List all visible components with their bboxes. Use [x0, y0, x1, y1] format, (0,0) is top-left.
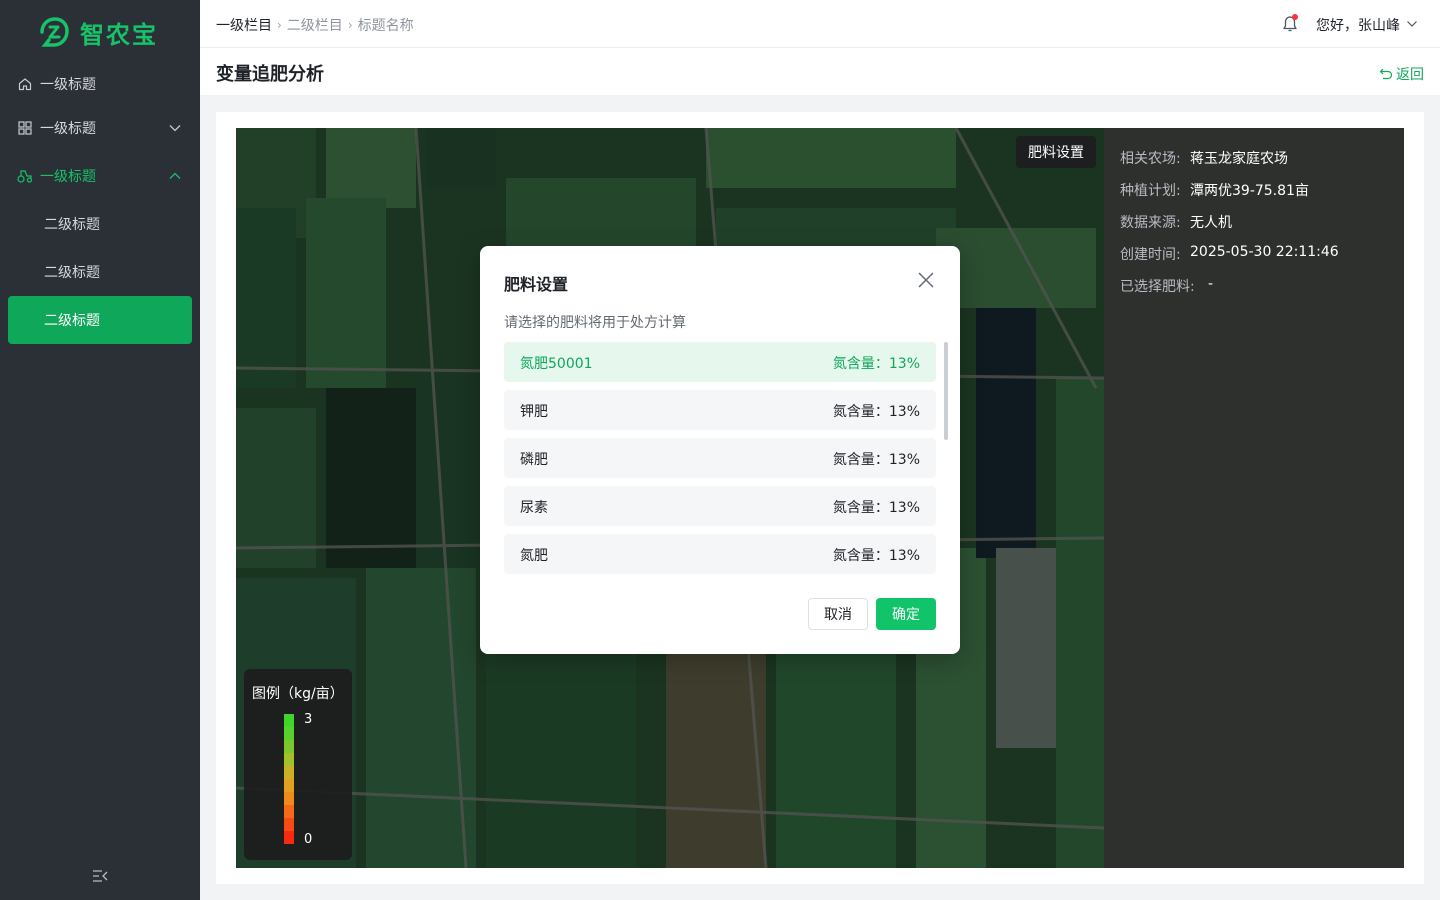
- modal-title: 肥料设置: [504, 275, 569, 294]
- fertilizer-content: 氮含量：13%: [832, 356, 920, 372]
- info-key: 已选择肥料:: [1120, 279, 1195, 295]
- fertilizer-option[interactable]: 磷肥 氮含量：13%: [504, 438, 936, 478]
- sidebar: 智农宝 一级标题 一级标题 一级标题 二级标题 二级标题 二级标题: [0, 0, 200, 900]
- chevron-up-icon: [169, 172, 181, 179]
- fertilizer-option[interactable]: 钾肥 氮含量：13%: [504, 390, 936, 430]
- modal-description: 请选择的肥料将用于处方计算: [504, 315, 686, 331]
- legend-color-scale: [284, 714, 294, 844]
- logo-icon: [40, 17, 69, 47]
- info-value: -: [1208, 276, 1214, 292]
- sidebar-subitem-label: 二级标题: [44, 217, 100, 233]
- chevron-down-icon: [169, 125, 181, 132]
- notification-dot: [1292, 14, 1298, 20]
- sidebar-item-label: 一级标题: [40, 121, 96, 137]
- logo-text: 智农宝: [80, 20, 158, 49]
- fertilizer-name: 磷肥: [520, 452, 548, 468]
- info-plan: 种植计划: 潭两优39-75.81亩: [1120, 180, 1309, 200]
- info-farm: 相关农场: 蒋玉龙家庭农场: [1120, 148, 1288, 168]
- sidebar-item-1[interactable]: 一级标题: [8, 62, 192, 106]
- fertilizer-content: 氮含量：13%: [832, 452, 920, 468]
- fertilizer-content: 氮含量：13%: [832, 500, 920, 516]
- sidebar-item-label: 一级标题: [40, 169, 96, 185]
- fertilizer-option[interactable]: 尿素 氮含量：13%: [504, 486, 936, 526]
- info-key: 数据来源:: [1120, 215, 1181, 231]
- logo: 智农宝: [36, 12, 158, 52]
- info-value: 2025-05-30 22:11:46: [1190, 244, 1339, 260]
- info-value: 潭两优39-75.81亩: [1190, 183, 1309, 199]
- fertilizer-option[interactable]: 氮肥 氮含量：13%: [504, 534, 936, 574]
- info-panel: 相关农场: 蒋玉龙家庭农场 种植计划: 潭两优39-75.81亩 数据来源: 无…: [1104, 128, 1404, 868]
- info-created: 创建时间: 2025-05-30 22:11:46: [1120, 244, 1339, 264]
- fertilizer-name: 尿素: [520, 500, 548, 516]
- breadcrumb-separator-icon: ›: [277, 18, 282, 32]
- legend-max-label: 3: [304, 712, 313, 727]
- home-icon: [17, 76, 33, 92]
- legend-title: 图例（kg/亩）: [252, 686, 344, 702]
- top-header: 一级栏目 › 二级栏目 › 标题名称 您好，张山峰: [200, 0, 1440, 48]
- sidebar-item-2[interactable]: 一级标题: [8, 106, 192, 150]
- legend-min-label: 0: [304, 832, 313, 847]
- tractor-icon: [17, 168, 33, 184]
- undo-icon: [1379, 68, 1393, 80]
- grid-icon: [17, 120, 33, 136]
- back-label: 返回: [1396, 67, 1424, 83]
- info-value: 蒋玉龙家庭农场: [1190, 151, 1288, 167]
- sidebar-subitem-label: 二级标题: [44, 265, 100, 281]
- fertilizer-name: 氮肥: [520, 548, 548, 564]
- confirm-button[interactable]: 确定: [876, 598, 936, 630]
- title-bar: 变量追肥分析 返回: [200, 48, 1440, 95]
- breadcrumb: 一级栏目 › 二级栏目 › 标题名称: [216, 15, 414, 35]
- sidebar-subitem-1[interactable]: 二级标题: [8, 202, 192, 246]
- breadcrumb-separator-icon: ›: [347, 18, 353, 32]
- chevron-down-icon[interactable]: [1406, 18, 1418, 30]
- info-value: 无人机: [1190, 215, 1232, 231]
- breadcrumb-item[interactable]: 一级栏目: [216, 15, 272, 35]
- sidebar-subitem-3[interactable]: 二级标题: [8, 296, 192, 344]
- info-key: 创建时间:: [1120, 247, 1181, 263]
- info-source: 数据来源: 无人机: [1120, 212, 1232, 232]
- fertilizer-option[interactable]: 氮肥50001 氮含量：13%: [504, 342, 936, 382]
- fertilizer-content: 氮含量：13%: [832, 404, 920, 420]
- map-legend: 图例（kg/亩） 3 0: [244, 669, 352, 860]
- user-greeting[interactable]: 您好，张山峰: [1316, 15, 1400, 35]
- breadcrumb-item[interactable]: 二级栏目: [287, 15, 343, 35]
- sidebar-subitem-2[interactable]: 二级标题: [8, 250, 192, 294]
- cancel-button[interactable]: 取消: [808, 598, 868, 630]
- info-key: 种植计划:: [1120, 183, 1181, 199]
- info-fertilizer: 已选择肥料: -: [1120, 276, 1213, 296]
- fertilizer-name: 钾肥: [520, 404, 548, 420]
- collapse-sidebar-icon[interactable]: [91, 868, 109, 884]
- breadcrumb-item: 标题名称: [357, 18, 414, 34]
- fertilizer-name: 氮肥50001: [520, 356, 593, 372]
- info-key: 相关农场:: [1120, 151, 1181, 167]
- sidebar-item-3[interactable]: 一级标题: [8, 154, 192, 198]
- page-title: 变量追肥分析: [216, 64, 324, 85]
- fertilizer-settings-button[interactable]: 肥料设置: [1016, 136, 1096, 168]
- sidebar-item-label: 一级标题: [40, 77, 96, 93]
- close-icon[interactable]: [917, 271, 935, 289]
- fertilizer-settings-modal: 肥料设置 请选择的肥料将用于处方计算 氮肥50001 氮含量：13% 钾肥 氮含…: [480, 246, 960, 654]
- back-button[interactable]: 返回: [1379, 64, 1424, 84]
- fertilizer-content: 氮含量：13%: [832, 548, 920, 564]
- sidebar-subitem-label: 二级标题: [44, 313, 100, 329]
- list-scrollbar[interactable]: [944, 342, 948, 440]
